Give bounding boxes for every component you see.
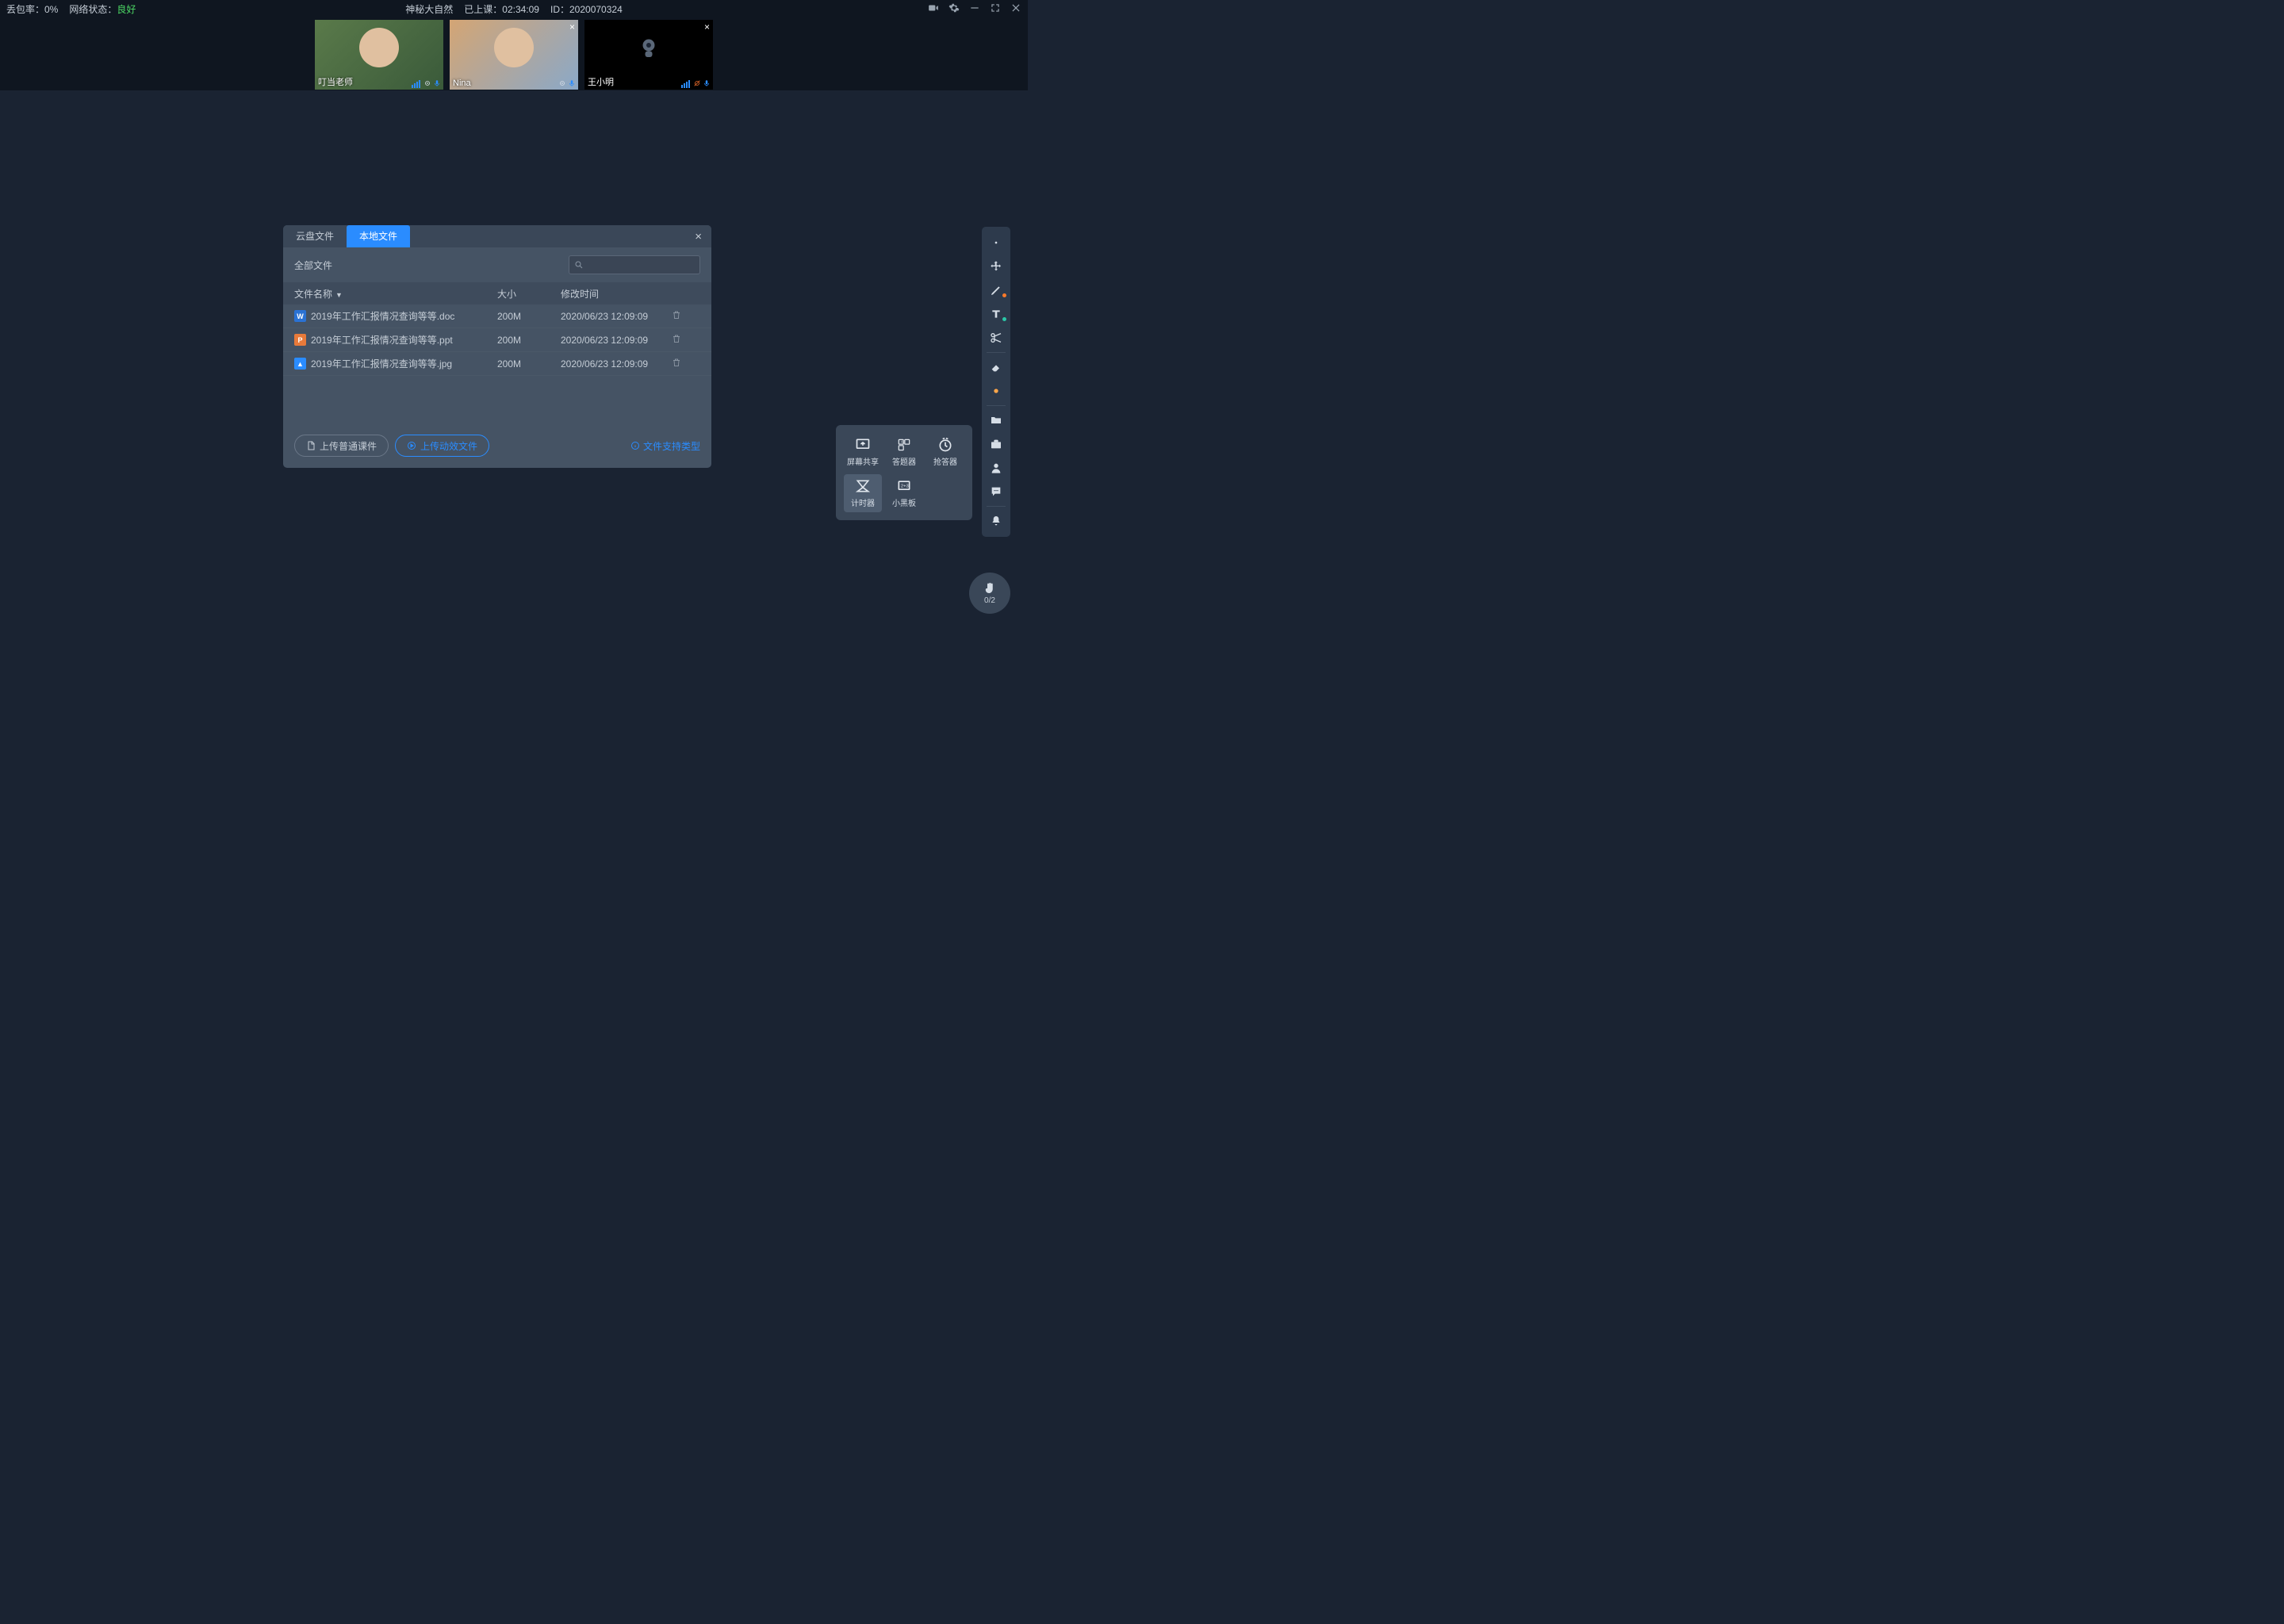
tools-popup: 屏幕共享 A 答题器 抢答器 计时器 2+3 小黑板 xyxy=(836,425,972,520)
tool-move[interactable] xyxy=(982,255,1010,278)
avatar-placeholder xyxy=(494,28,534,67)
network-status: 网络状态：良好 xyxy=(69,2,136,16)
tool-text[interactable] xyxy=(982,302,1010,326)
svg-text:2+3: 2+3 xyxy=(901,485,909,489)
raise-hand-count: 0/2 xyxy=(984,596,995,605)
delete-icon[interactable] xyxy=(672,358,681,367)
dialog-close-icon[interactable]: × xyxy=(685,230,711,243)
mic-icon xyxy=(568,79,576,88)
delete-icon[interactable] xyxy=(672,310,681,320)
camera-off-icon xyxy=(634,33,663,62)
avatar-placeholder xyxy=(359,28,399,67)
file-modified-time: 2020/06/23 12:09:09 xyxy=(561,335,672,346)
file-dialog: 云盘文件 本地文件 × 全部文件 文件名称▼ 大小 修改时间 W 2019年工作汇… xyxy=(283,225,711,468)
folder-breadcrumb[interactable]: 全部文件 xyxy=(294,259,332,272)
file-modified-time: 2020/06/23 12:09:09 xyxy=(561,311,672,322)
file-modified-time: 2020/06/23 12:09:09 xyxy=(561,358,672,370)
supported-types-link[interactable]: 文件支持类型 xyxy=(630,439,700,453)
mic-icon xyxy=(703,79,711,88)
tool-pen[interactable] xyxy=(982,278,1010,302)
minimize-icon[interactable] xyxy=(969,2,980,16)
packet-loss-label: 丢包率：0% xyxy=(6,2,58,16)
participant-name: 王小明 xyxy=(588,75,614,88)
file-name: 2019年工作汇报情况查询等等.doc xyxy=(311,309,454,323)
upload-animated-button[interactable]: 上传动效文件 xyxy=(395,435,489,457)
tool-toolbox[interactable] xyxy=(982,432,1010,456)
camera-icon xyxy=(423,79,431,88)
tile-close-icon[interactable]: × xyxy=(704,21,710,33)
right-toolbar xyxy=(982,227,1010,537)
hand-icon xyxy=(983,581,997,596)
file-name: 2019年工作汇报情况查询等等.jpg xyxy=(311,357,452,370)
column-size[interactable]: 大小 xyxy=(497,287,561,301)
file-size: 200M xyxy=(497,335,561,346)
tool-eraser[interactable] xyxy=(982,355,1010,379)
tool-mini-whiteboard[interactable]: 2+3 小黑板 xyxy=(885,474,923,512)
play-circle-icon xyxy=(407,441,416,450)
class-title: 神秘大自然 xyxy=(405,2,453,16)
mic-icon xyxy=(433,79,441,88)
search-icon xyxy=(574,260,584,270)
tool-buzzer[interactable]: 抢答器 xyxy=(926,433,964,471)
record-icon[interactable] xyxy=(928,2,939,16)
tile-close-icon[interactable]: × xyxy=(569,21,575,33)
participant-name: Nina xyxy=(453,79,471,88)
tab-cloud-files[interactable]: 云盘文件 xyxy=(283,225,347,247)
column-filename[interactable]: 文件名称▼ xyxy=(294,287,497,301)
document-icon xyxy=(306,441,316,450)
tool-color[interactable] xyxy=(982,379,1010,403)
camera-icon xyxy=(558,79,566,88)
maximize-icon[interactable] xyxy=(990,2,1001,16)
column-modified-time[interactable]: 修改时间 xyxy=(561,287,672,301)
info-icon xyxy=(630,441,640,450)
file-type-icon: ▲ xyxy=(294,358,306,370)
file-type-icon: P xyxy=(294,334,306,346)
tool-answer-device[interactable]: A 答题器 xyxy=(885,433,923,471)
settings-icon[interactable] xyxy=(948,2,960,16)
tab-local-files[interactable]: 本地文件 xyxy=(347,225,410,247)
tool-person[interactable] xyxy=(982,456,1010,480)
file-table-header: 文件名称▼ 大小 修改时间 xyxy=(283,282,711,304)
class-duration: 已上课：02:34:09 xyxy=(464,2,539,16)
file-row[interactable]: P 2019年工作汇报情况查询等等.ppt 200M2020/06/23 12:09… xyxy=(283,328,711,352)
top-status-bar: 丢包率：0% 网络状态：良好 神秘大自然 已上课：02:34:09 ID：202… xyxy=(0,0,1028,17)
file-size: 200M xyxy=(497,358,561,370)
participant-tile[interactable]: 叮当老师 xyxy=(315,20,443,90)
file-name: 2019年工作汇报情况查询等等.ppt xyxy=(311,333,453,347)
tool-pointer[interactable] xyxy=(982,231,1010,255)
tool-folder[interactable] xyxy=(982,408,1010,432)
class-id: ID：2020070324 xyxy=(550,2,623,16)
tool-scissors[interactable] xyxy=(982,326,1010,350)
delete-icon[interactable] xyxy=(672,334,681,343)
participant-tile[interactable]: × Nina xyxy=(450,20,578,90)
participant-name: 叮当老师 xyxy=(318,75,353,88)
tool-chat[interactable] xyxy=(982,480,1010,504)
tool-bell[interactable] xyxy=(982,509,1010,533)
volume-indicator-icon xyxy=(681,80,690,88)
volume-indicator-icon xyxy=(412,80,420,88)
tool-timer[interactable]: 计时器 xyxy=(844,474,882,512)
raise-hand-button[interactable]: 0/2 xyxy=(969,573,1010,614)
camera-muted-icon xyxy=(693,79,701,88)
file-type-icon: W xyxy=(294,310,306,322)
participant-video-bar: 叮当老师 × Nina × 王小明 xyxy=(0,17,1028,90)
upload-plain-button[interactable]: 上传普通课件 xyxy=(294,435,389,457)
file-row[interactable]: W 2019年工作汇报情况查询等等.doc 200M2020/06/23 12:09… xyxy=(283,304,711,328)
sort-caret-icon: ▼ xyxy=(335,291,343,299)
participant-tile[interactable]: × 王小明 xyxy=(584,20,713,90)
close-icon[interactable] xyxy=(1010,2,1021,16)
file-row[interactable]: ▲ 2019年工作汇报情况查询等等.jpg 200M2020/06/23 12:09… xyxy=(283,352,711,376)
file-size: 200M xyxy=(497,311,561,322)
search-input[interactable] xyxy=(569,255,700,274)
tool-screen-share[interactable]: 屏幕共享 xyxy=(844,433,882,471)
svg-text:A: A xyxy=(901,440,903,444)
